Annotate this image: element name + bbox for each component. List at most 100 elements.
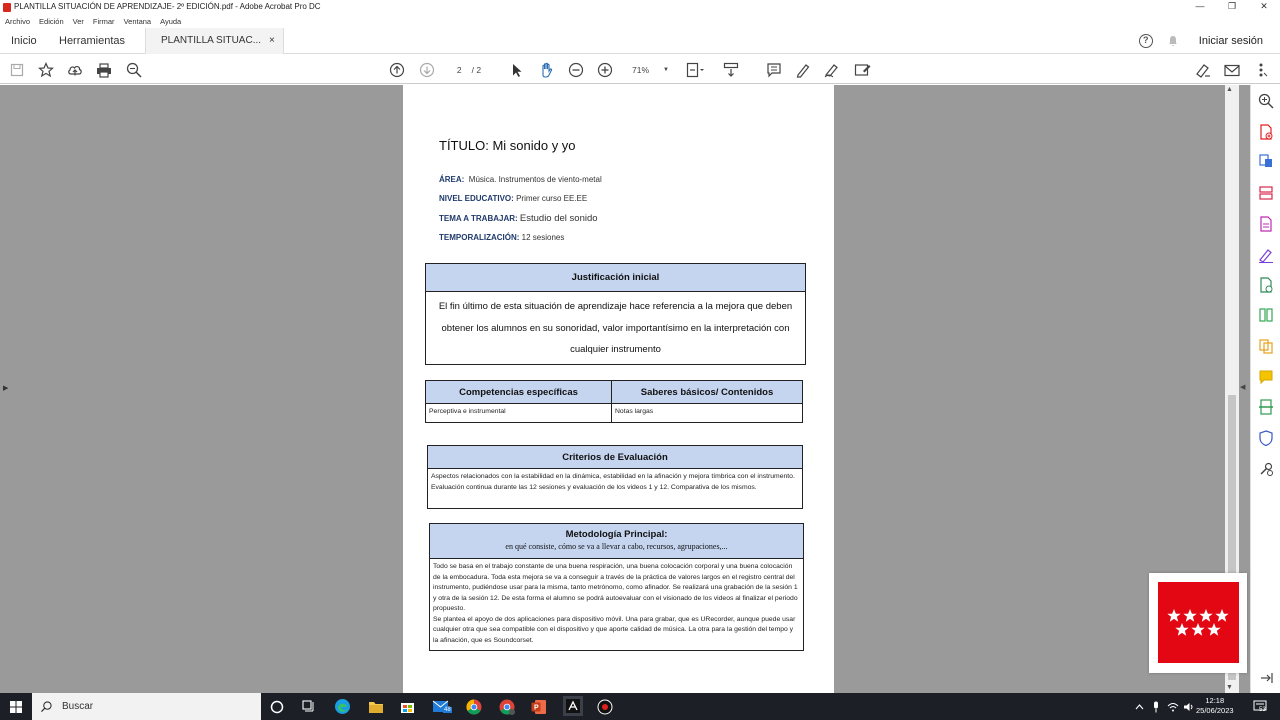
tab-close-icon[interactable]: × [269,35,275,46]
justification-header: Justificación inicial [426,264,805,292]
draw-icon[interactable] [823,61,841,79]
scroll-mode-icon[interactable] [722,61,740,79]
competencies-cell-right: Notas largas [615,408,654,415]
evaluation-text: Aspectos relacionados con la estabilidad… [431,473,795,491]
search-icon[interactable] [1258,93,1274,109]
menu-ver[interactable]: Ver [73,15,84,28]
tab-home[interactable]: Inicio [11,28,37,54]
sign-in-link[interactable]: Iniciar sesión [1199,35,1263,47]
field-area: ÁREA: Música. Instrumentos de viento-met… [439,175,602,184]
collapse-sidebar-icon[interactable] [1258,670,1274,686]
minimize-button[interactable]: — [1184,0,1216,15]
mail-icon[interactable]: 48 [432,698,452,715]
search-icon [41,701,52,712]
comment-tool-icon[interactable] [1258,369,1274,385]
previous-page-icon[interactable] [388,61,406,79]
request-signature-icon[interactable] [1258,277,1274,293]
save-icon[interactable] [8,61,26,79]
zoom-select[interactable]: 71% ▼ [626,63,672,77]
compare-files-icon[interactable] [1258,307,1274,323]
document-workspace: ▶ TÍTULO: Mi sonido y yo ÁREA: Música. I… [0,85,1250,693]
menu-ventana[interactable]: Ventana [124,15,152,28]
right-panel-toggle-icon[interactable]: ◀ [1240,383,1245,391]
taskbar-search-input[interactable]: Buscar [32,693,261,720]
stars-icon [1167,609,1229,636]
acrobat-icon [3,3,11,12]
evaluation-table: Criterios de Evaluación Aspectos relacio… [427,445,803,509]
tab-bar: Inicio Herramientas PLANTILLA SITUAC... ×… [0,28,1280,54]
star-icon[interactable] [37,61,55,79]
field-timing: TEMPORALIZACIÓN: 12 sesiones [439,233,565,242]
windows-start-icon[interactable] [7,698,24,715]
field-level: NIVEL EDUCATIVO: Primer curso EE.EE [439,194,588,203]
powerpoint-icon[interactable]: P [530,698,547,715]
menu-firmar[interactable]: Firmar [93,15,115,28]
taskbar-clock[interactable]: 12:18 25/06/2023 [1196,696,1234,716]
tray-chevron-up-icon[interactable] [1133,698,1145,715]
volume-icon[interactable] [1182,698,1196,715]
menu-archivo[interactable]: Archivo [5,15,30,28]
cloud-upload-icon[interactable] [66,61,84,79]
hand-tool-icon[interactable] [538,61,556,79]
chrome-profile-icon[interactable] [498,698,515,715]
fit-page-icon[interactable] [686,61,704,79]
methodology-text-1: Todo se basa en el trabajo constante de … [433,563,798,612]
next-page-icon[interactable] [418,61,436,79]
more-tools-sidebar-icon[interactable] [1258,461,1274,477]
evaluation-header: Criterios de Evaluación [428,446,802,469]
window-title: PLANTILLA SITUACIÓN DE APRENDIZAJE- 2º E… [14,2,321,11]
edge-browser-icon[interactable] [334,698,351,715]
tab-document-label: PLANTILLA SITUAC... [161,35,262,46]
more-tools-icon[interactable] [853,61,871,79]
tab-document[interactable]: PLANTILLA SITUAC... × [145,28,284,54]
print-icon[interactable] [95,61,113,79]
scan-ocr-icon[interactable] [1258,399,1274,415]
competencies-cell-left: Perceptiva e instrumental [426,404,612,422]
tab-tools[interactable]: Herramientas [59,28,125,54]
highlight-pen-icon[interactable] [794,61,812,79]
zoom-out-icon[interactable] [567,61,585,79]
mail-badge: 48 [443,707,452,713]
cortana-icon[interactable] [268,698,285,715]
comment-icon[interactable] [765,61,783,79]
edit-pdf-icon[interactable] [1258,216,1274,232]
competencies-table: Competencias específicas Saberes básicos… [425,380,803,423]
protect-icon[interactable] [1258,430,1274,446]
task-view-icon[interactable] [300,698,317,715]
share-link-icon[interactable] [1194,61,1212,79]
taskbar-search-placeholder: Buscar [62,701,94,712]
zoom-in-icon[interactable] [596,61,614,79]
screen-recorder-icon[interactable] [596,698,613,715]
help-icon[interactable]: ? [1138,34,1153,48]
fill-sign-icon[interactable] [1258,247,1274,263]
wifi-icon[interactable] [1166,698,1180,715]
notifications-icon[interactable]: 53 [1251,698,1268,715]
menu-ayuda[interactable]: Ayuda [160,15,181,28]
restore-button[interactable]: ❐ [1216,0,1248,15]
logo-overlay [1149,573,1247,673]
chrome-icon[interactable] [465,698,482,715]
export-pdf-icon[interactable] [1258,153,1274,169]
combine-files-icon[interactable] [1258,338,1274,354]
create-pdf-icon[interactable] [1258,124,1274,140]
competencies-header-left: Competencias específicas [426,381,612,403]
microphone-icon[interactable] [1150,698,1162,715]
store-icon[interactable] [399,698,416,715]
page-current-input[interactable]: 2 [457,65,462,75]
file-explorer-icon[interactable] [367,698,384,715]
bell-icon[interactable] [1167,35,1179,47]
organize-pages-icon[interactable] [1258,185,1274,201]
left-panel-toggle-icon[interactable]: ▶ [3,384,8,392]
email-icon[interactable] [1223,61,1241,79]
madrid-flag-logo [1158,582,1239,663]
acrobat-taskbar-icon[interactable] [563,696,583,716]
scroll-down-icon[interactable]: ▼ [1226,684,1233,691]
chevron-down-icon: ▼ [663,67,669,73]
select-cursor-icon[interactable] [508,61,526,79]
scroll-up-icon[interactable]: ▲ [1226,86,1233,93]
menu-edicion[interactable]: Edición [39,15,64,28]
search-text-icon[interactable] [125,61,143,79]
close-window-button[interactable]: ✕ [1248,0,1280,15]
methodology-table: Metodología Principal: en qué consiste, … [429,523,804,651]
more-options-icon[interactable] [1252,61,1270,79]
